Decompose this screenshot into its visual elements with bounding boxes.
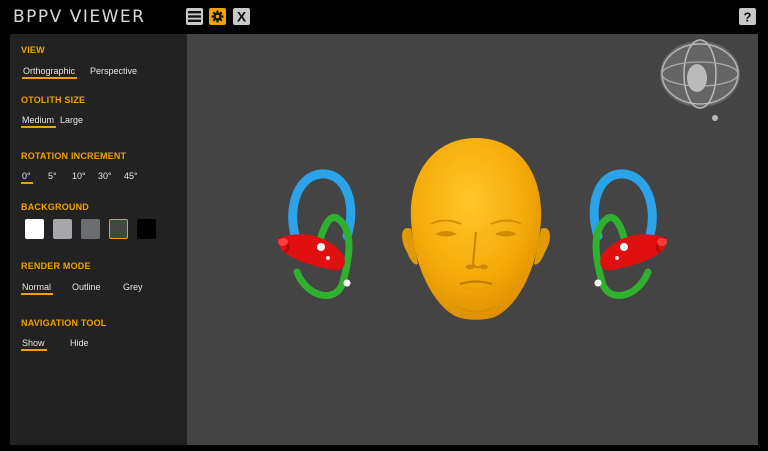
3d-viewport[interactable]: [187, 34, 758, 445]
background-swatch-dark-grey[interactable]: [109, 219, 128, 239]
window-edge-bottom: [0, 445, 768, 451]
rotation-option-45[interactable]: 45°: [124, 171, 138, 181]
background-swatch-light-grey[interactable]: [53, 219, 72, 239]
render-mode-section-title: RENDER MODE: [21, 261, 91, 271]
settings-panel: VIEW Orthographic Perspective OTOLITH SI…: [10, 34, 187, 445]
rotation-option-30[interactable]: 30°: [98, 171, 112, 181]
top-bar: BPPV VIEWER X ?: [0, 0, 768, 34]
menu-icon: [188, 11, 201, 22]
rotation-option-0[interactable]: 0°: [21, 171, 33, 184]
background-section-title: BACKGROUND: [21, 202, 89, 212]
app-title: BPPV VIEWER: [13, 7, 146, 27]
view-option-perspective[interactable]: Perspective: [90, 66, 137, 76]
right-inner-ear[interactable]: [589, 169, 668, 299]
render-mode-option-grey[interactable]: Grey: [123, 282, 143, 292]
rotation-option-10[interactable]: 10°: [72, 171, 86, 181]
menu-button[interactable]: [186, 8, 203, 25]
render-mode-option-outline[interactable]: Outline: [72, 282, 101, 292]
window-edge-right: [758, 34, 768, 445]
scene: [277, 39, 740, 320]
otolith-size-option-large[interactable]: Large: [60, 115, 83, 125]
close-icon: X: [237, 10, 247, 23]
otolith-size-option-medium[interactable]: Medium: [20, 115, 57, 128]
view-option-orthographic[interactable]: Orthographic: [21, 66, 78, 79]
background-swatch-black[interactable]: [137, 219, 156, 239]
background-swatch-mid-grey[interactable]: [81, 219, 100, 239]
navigation-tool-option-show[interactable]: Show: [21, 338, 46, 351]
background-swatch-white[interactable]: [25, 219, 44, 239]
otolith-size-section-title: OTOLITH SIZE: [21, 95, 86, 105]
svg-text:?: ?: [744, 10, 752, 23]
settings-button[interactable]: [209, 8, 226, 25]
view-section-title: VIEW: [21, 45, 45, 55]
left-inner-ear[interactable]: [277, 169, 356, 299]
navigation-gizmo[interactable]: [660, 39, 740, 121]
gear-icon: [211, 10, 224, 23]
rotation-increment-section-title: ROTATION INCREMENT: [21, 151, 127, 161]
navigation-tool-option-hide[interactable]: Hide: [70, 338, 89, 348]
rotation-option-5[interactable]: 5°: [48, 171, 57, 181]
navigation-tool-section-title: NAVIGATION TOOL: [21, 318, 107, 328]
help-icon: ?: [744, 10, 752, 23]
svg-text:X: X: [237, 10, 247, 23]
head-model[interactable]: [402, 138, 550, 320]
help-button[interactable]: ?: [739, 8, 756, 25]
close-button[interactable]: X: [233, 8, 250, 25]
render-mode-option-normal[interactable]: Normal: [20, 282, 54, 295]
